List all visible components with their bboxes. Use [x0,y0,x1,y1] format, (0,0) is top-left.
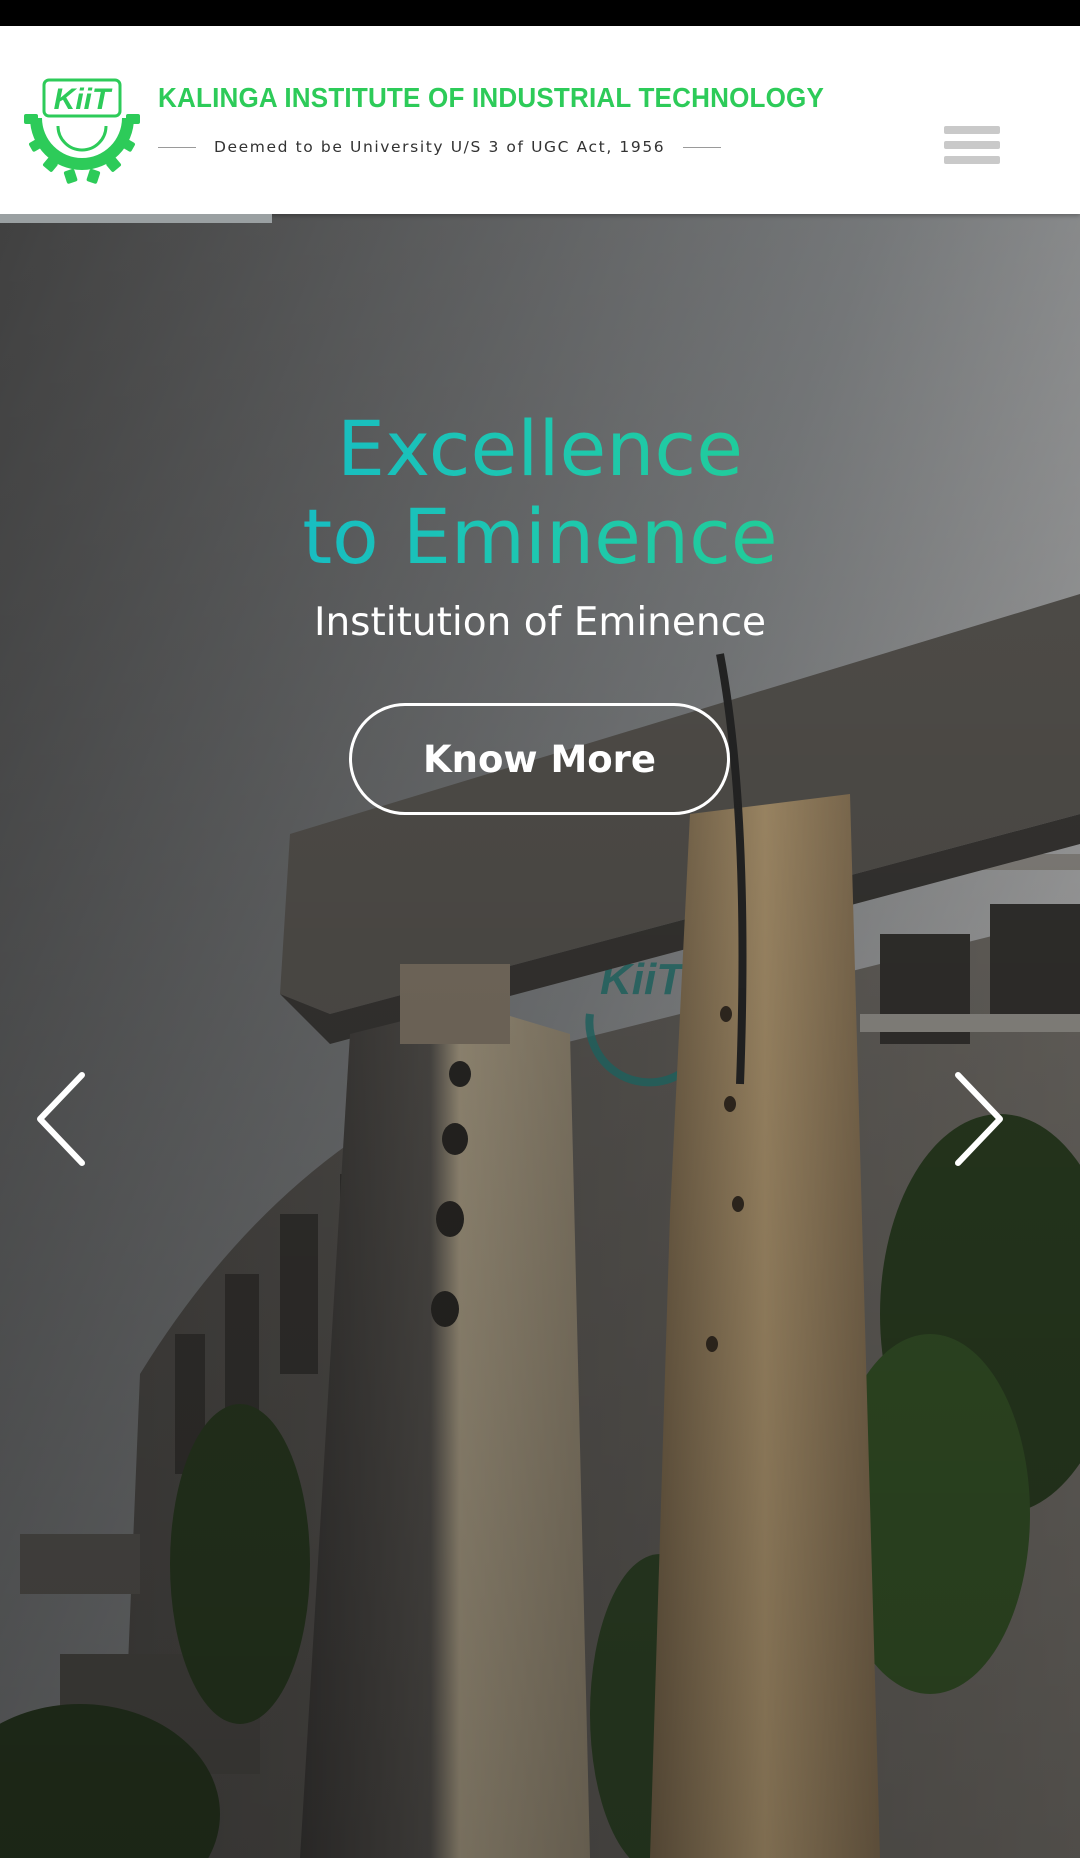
chevron-left-icon[interactable] [30,1069,90,1169]
kiit-logo[interactable]: KiiT [24,76,140,186]
hero-slider: KiiT Excellence [0,214,1080,1858]
slider-progress-bar [0,214,272,223]
headline-line-2: to Eminence [302,491,778,581]
status-bar [0,0,1080,26]
subtitle-right-rule [683,146,722,148]
know-more-button[interactable]: Know More [349,703,730,815]
chevron-right-icon[interactable] [950,1069,1010,1169]
hero-tagline: Institution of Eminence [313,600,767,645]
subtitle-text: Deemed to be University U/S 3 of UGC Act… [214,138,666,156]
subtitle-left-rule [158,146,196,148]
hero-headline: Excellence to Eminence [0,405,1080,581]
site-header: KiiT KALINGA INSTITUTE OF INDUSTRIAL TEC… [0,26,1080,214]
logo-text: KiiT [54,83,113,116]
headline-line-1: Excellence [337,403,743,493]
institution-title: KALINGA INSTITUTE OF INDUSTRIAL TECHNOLO… [158,82,825,113]
institution-subtitle: Deemed to be University U/S 3 of UGC Act… [158,132,734,162]
hamburger-menu-icon[interactable] [944,126,1000,174]
